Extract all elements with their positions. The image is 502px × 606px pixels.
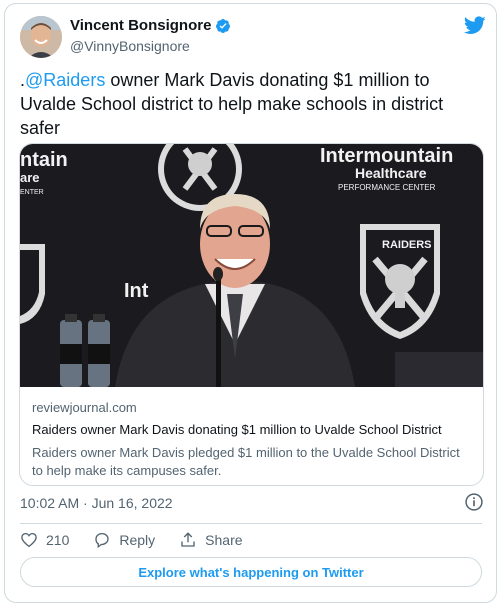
like-button[interactable]: 210 [20,531,69,549]
mention-link[interactable]: @Raiders [25,70,105,90]
svg-text:are: are [20,170,40,185]
heart-icon [21,532,37,548]
banner-left-text: ntain [20,149,68,171]
link-description: Raiders owner Mark Davis pledged $1 mill… [32,445,460,478]
link-card-text: reviewjournal.com Raiders owner Mark Dav… [32,400,472,480]
link-title: Raiders owner Mark Davis donating $1 mil… [32,422,442,437]
twitter-bird-icon[interactable] [464,16,486,35]
svg-text:ENTER: ENTER [20,189,44,196]
svg-text:Healthcare: Healthcare [355,165,427,181]
tweet-actions: 210 Reply Share [20,529,267,551]
svg-text:RAIDERS: RAIDERS [382,239,432,251]
svg-text:Int: Int [124,280,149,302]
share-icon [181,532,195,547]
share-button[interactable]: Share [179,531,243,549]
explore-button[interactable]: Explore what's happening on Twitter [20,557,482,587]
author-name[interactable]: Vincent Bonsignore [70,17,211,34]
reply-button[interactable]: Reply [93,531,155,549]
share-label: Share [205,532,243,548]
reply-icon [95,532,110,549]
like-count: 210 [46,532,70,548]
author-name-row: Vincent Bonsignore [70,17,231,34]
article-photo: ntain are ENTER Intermountain Healthcare… [20,144,483,387]
svg-text:PERFORMANCE CENTER: PERFORMANCE CENTER [338,183,436,192]
tweet-text: .@Raiders owner Mark Davis donating $1 m… [20,70,444,138]
link-preview-card[interactable]: ntain are ENTER Intermountain Healthcare… [19,143,484,486]
tweet-timestamp[interactable]: 10:02 AM · Jun 16, 2022 [20,495,173,511]
verified-badge-icon [216,18,231,33]
avatar[interactable] [20,16,62,58]
divider [20,523,482,524]
reply-label: Reply [119,532,156,548]
link-domain: reviewjournal.com [32,400,137,415]
info-icon[interactable] [464,492,484,512]
author-handle[interactable]: @VinnyBonsignore [70,38,190,54]
svg-text:Intermountain: Intermountain [320,145,453,167]
